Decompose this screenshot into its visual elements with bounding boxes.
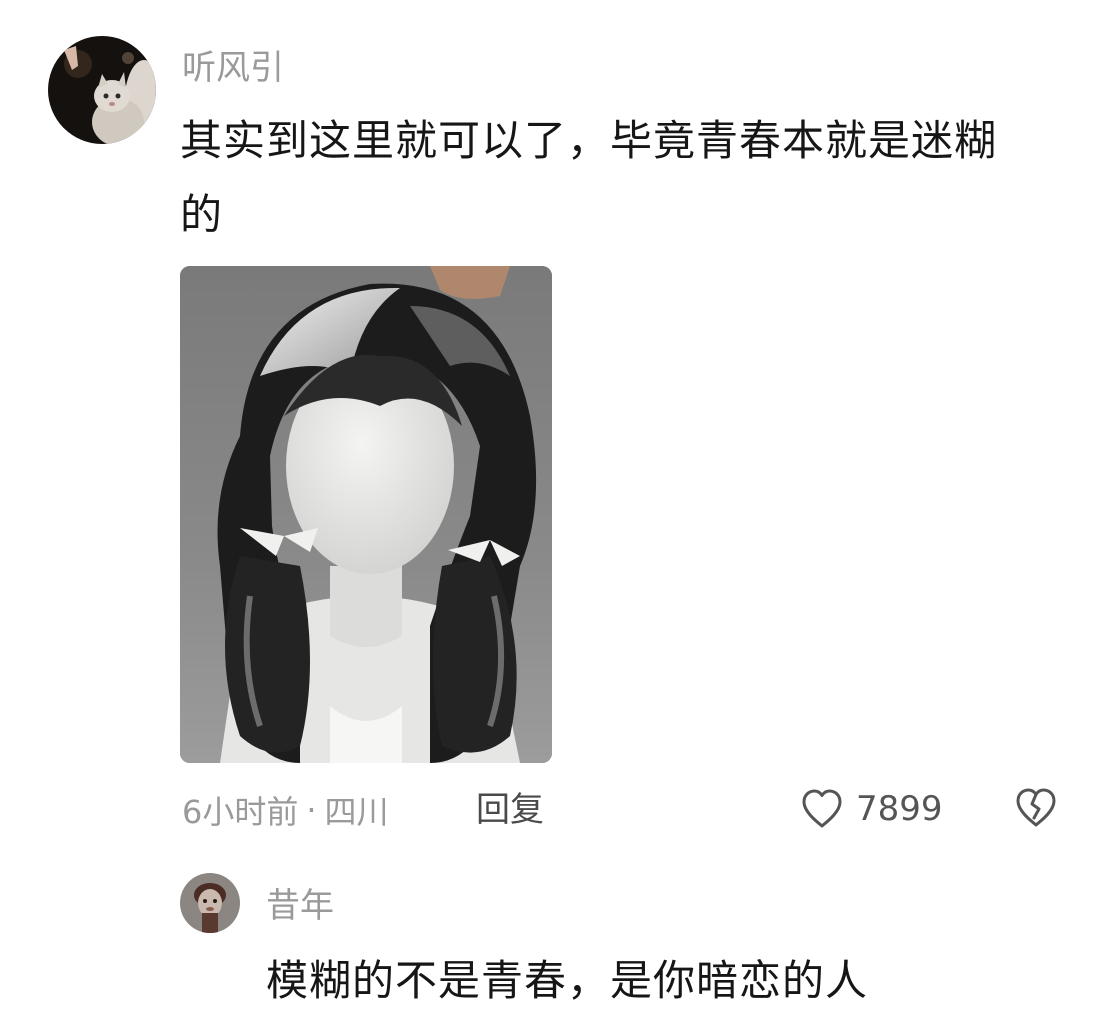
- commenter-avatar[interactable]: [48, 36, 156, 144]
- comment-text-line-2: 的: [180, 190, 224, 239]
- commenter-username[interactable]: 听风引: [182, 48, 284, 88]
- meta-separator: ·: [306, 791, 317, 829]
- faceless-girl-drawing-icon: [180, 266, 552, 763]
- dislike-button[interactable]: [1012, 784, 1060, 832]
- comment-location: 四川: [324, 793, 389, 831]
- replier-avatar[interactable]: [180, 873, 240, 933]
- reply-button[interactable]: 回复: [476, 788, 544, 832]
- cat-avatar-icon: [48, 36, 156, 144]
- comment-time: 6小时前: [182, 793, 299, 831]
- figure-avatar-icon: [180, 873, 240, 933]
- comment-meta: 6小时前 · 四川: [182, 788, 389, 832]
- reply-text: 模糊的不是青春，是你暗恋的人: [266, 956, 869, 1005]
- comment-image[interactable]: [180, 266, 552, 763]
- replier-username[interactable]: 昔年: [266, 886, 334, 926]
- heart-icon: [802, 789, 842, 828]
- like-button[interactable]: 7899: [798, 782, 943, 836]
- broken-heart-icon: [1016, 788, 1056, 827]
- comment-text-line-1: 其实到这里就可以了，毕竟青春本就是迷糊: [180, 116, 998, 165]
- like-count: 7899: [856, 789, 943, 829]
